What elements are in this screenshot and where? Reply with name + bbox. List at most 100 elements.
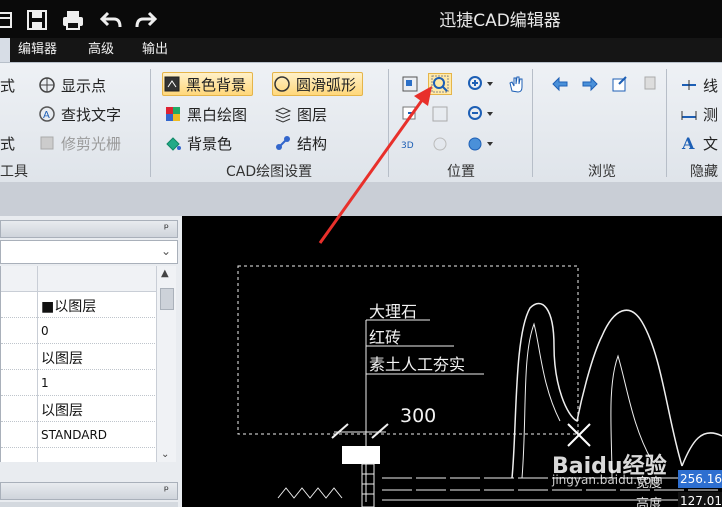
layers-label: 图层 <box>297 105 328 124</box>
measure-icon <box>680 105 698 123</box>
export-icon[interactable] <box>608 73 632 95</box>
entity-select[interactable]: ⌄ <box>0 240 178 264</box>
tab-advanced[interactable]: 高级 <box>88 38 114 62</box>
scroll-down-icon[interactable]: ⌄ <box>161 449 169 460</box>
line-button[interactable]: 线 <box>680 73 718 97</box>
show-points-button[interactable]: 显示点 <box>38 73 106 97</box>
post-cap <box>342 446 380 464</box>
save-icon[interactable] <box>24 8 50 32</box>
zoom-window-icon[interactable] <box>428 73 452 95</box>
undo-icon[interactable] <box>98 8 124 32</box>
ribbon-item-partial-2[interactable]: 式 <box>0 131 15 155</box>
zoom-out-icon[interactable] <box>464 103 498 125</box>
bw-drawing-label: 黑白绘图 <box>187 105 248 124</box>
line-label: 线 <box>703 76 719 95</box>
show-points-label: 显示点 <box>61 76 107 95</box>
height-value[interactable]: 127.01 <box>678 492 722 507</box>
find-text-icon: A <box>38 105 56 123</box>
table-row[interactable]: ■以图层 <box>1 292 157 318</box>
dimension-text: 300 <box>400 405 437 427</box>
tab-output[interactable]: 输出 <box>142 38 168 62</box>
post-body <box>361 463 375 507</box>
crosshair-icon <box>38 76 56 94</box>
height-label: 高度 <box>636 497 663 507</box>
table-row[interactable]: 以图层 <box>1 344 157 370</box>
panel-header-2: ᵖ <box>0 482 178 500</box>
zoom-previous-icon[interactable] <box>398 103 422 125</box>
property-value: 0 <box>41 324 49 338</box>
open-icon[interactable] <box>0 8 18 32</box>
pin-icon[interactable]: ᵖ <box>164 483 169 497</box>
property-value: 以图层 <box>41 403 83 419</box>
3d-view-icon[interactable]: 3D <box>398 133 422 155</box>
find-text-label: 查找文字 <box>61 105 122 124</box>
text-icon: A <box>680 134 698 152</box>
copy-icon[interactable] <box>638 73 662 95</box>
measure-label: 测 <box>703 105 719 124</box>
menu-bar: 编辑器 高级 输出 <box>0 38 722 62</box>
scroll-up-icon[interactable]: ▲ <box>161 268 169 279</box>
structure-icon <box>274 134 292 152</box>
dimension-tick <box>331 423 349 439</box>
group-label-position: 位置 <box>447 164 475 180</box>
dimension-tick <box>371 423 389 439</box>
app-title: 迅捷CAD编辑器 <box>439 11 561 31</box>
cad-label-brick: 红砖 <box>369 328 402 347</box>
panel-footer <box>0 502 178 507</box>
smooth-arc-button[interactable]: 圆滑弧形 <box>272 72 364 96</box>
group-label-hide: 隐藏 <box>690 164 718 180</box>
black-background-button[interactable]: 黑色背景 <box>162 72 254 96</box>
zoom-all-icon[interactable] <box>428 103 452 125</box>
table-row[interactable]: STANDARD <box>1 422 157 448</box>
measure-button[interactable]: 测 <box>680 102 718 126</box>
soil-hatch <box>277 487 343 499</box>
arrow-right-icon[interactable] <box>578 73 602 95</box>
svg-text:3D: 3D <box>401 141 414 151</box>
tab-editor[interactable]: 编辑器 <box>18 38 57 62</box>
layers-icon <box>274 105 292 123</box>
group-label-browse: 浏览 <box>588 164 616 180</box>
black-background-icon <box>163 75 181 93</box>
width-value[interactable]: 256.160 <box>678 470 722 488</box>
group-label-cad-settings: CAD绘图设置 <box>226 164 313 180</box>
arrow-left-icon[interactable] <box>548 73 572 95</box>
grid-header <box>1 266 157 292</box>
ribbon-item-partial-1[interactable]: 式 <box>0 73 15 97</box>
group-label-tools: 工具 <box>0 164 28 180</box>
orbit-icon[interactable] <box>428 133 452 155</box>
tab-home-partial[interactable] <box>0 38 10 62</box>
property-value: ■以图层 <box>41 299 97 315</box>
property-panel: ᵖ ⌄ ■以图层 0 以图层 1 以图层 STANDARD ▲ ⌄ ᵖ <box>0 216 182 507</box>
zoom-extents-icon[interactable] <box>398 73 422 95</box>
pan-hand-icon[interactable] <box>504 73 528 95</box>
group-separator <box>388 69 389 177</box>
background-color-button[interactable]: 背景色 <box>164 131 232 155</box>
trim-raster-button[interactable]: 修剪光栅 <box>38 131 121 155</box>
svg-text:A: A <box>43 110 50 121</box>
scroll-thumb[interactable] <box>160 288 174 310</box>
bw-drawing-button[interactable]: 黑白绘图 <box>164 102 247 126</box>
find-text-button[interactable]: A 查找文字 <box>38 102 121 126</box>
structure-button[interactable]: 结构 <box>274 131 327 155</box>
redo-icon[interactable] <box>133 8 159 32</box>
cad-label-marble: 大理石 <box>369 302 418 321</box>
pin-icon[interactable]: ᵖ <box>164 221 169 235</box>
table-row[interactable]: 0 <box>1 318 157 344</box>
group-separator <box>150 69 151 177</box>
table-row[interactable]: 以图层 <box>1 396 157 422</box>
zoom-in-icon[interactable] <box>464 73 498 95</box>
bw-drawing-icon <box>164 105 182 123</box>
view-globe-icon[interactable] <box>464 133 498 155</box>
table-row[interactable]: 1 <box>1 370 157 396</box>
property-value: 以图层 <box>41 351 83 367</box>
smooth-arc-label: 圆滑弧形 <box>296 75 357 94</box>
rock-outline <box>681 432 722 467</box>
print-icon[interactable] <box>60 8 86 32</box>
ribbon: 式 式 工具 显示点 A 查找文字 修剪光栅 黑色背景 圆滑弧形 黑白绘图 图层… <box>0 62 722 182</box>
layers-button[interactable]: 图层 <box>274 102 327 126</box>
cad-label-soil: 素土人工夯实 <box>369 355 466 374</box>
structure-label: 结构 <box>297 134 328 153</box>
text-button[interactable]: A 文 <box>680 131 718 155</box>
width-label: 宽度 <box>636 476 663 491</box>
grid-scrollbar[interactable]: ▲ ⌄ <box>156 266 176 462</box>
